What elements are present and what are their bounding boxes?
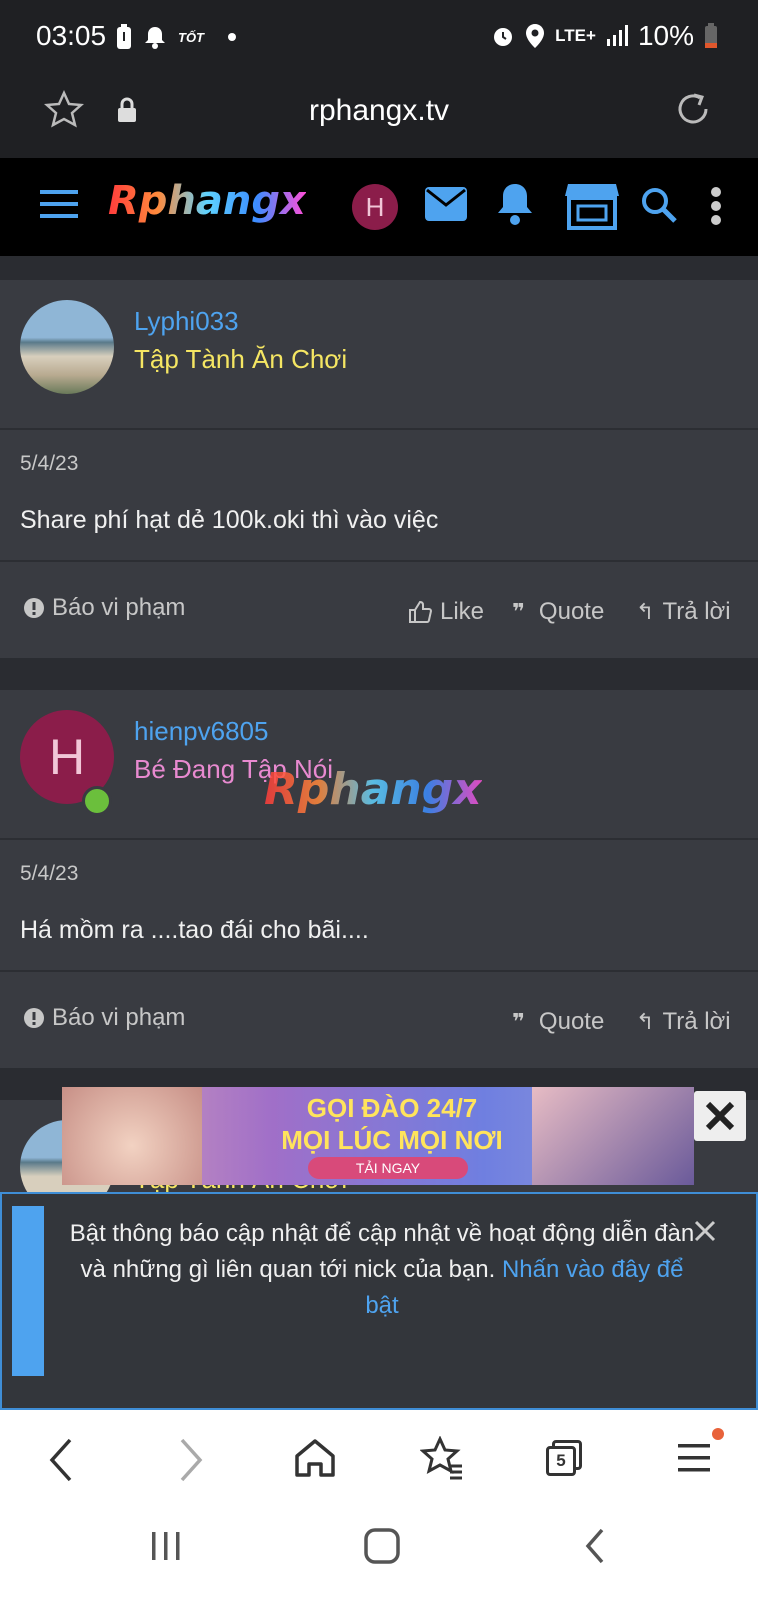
battery-percent: 10%: [637, 20, 694, 51]
quote-icon: ❞: [512, 599, 525, 624]
divider: [0, 838, 758, 840]
post-message: Há mồm ra ....tao đái cho bãi....: [20, 916, 369, 944]
reply-label: Trả lời: [662, 598, 731, 625]
reply-label: Trả lời: [662, 1008, 731, 1035]
ad-image-left: [62, 1087, 202, 1185]
hamburger-menu-icon: [678, 1444, 710, 1472]
bell-icon: [145, 27, 165, 49]
quote-button[interactable]: ❞ Quote: [512, 1008, 604, 1036]
watermark-logo: Rphangx: [264, 764, 482, 815]
browser-toolbar: 5: [0, 1410, 758, 1510]
push-notice: Bật thông báo cập nhật để cập nhật về ho…: [0, 1192, 758, 1410]
browser-url-bar: rphangx.tv: [0, 76, 758, 158]
warning-icon: [24, 1008, 44, 1028]
notice-close-icon[interactable]: [694, 1220, 716, 1242]
user-avatar[interactable]: H: [352, 184, 398, 230]
quote-button[interactable]: ❞ Quote: [512, 598, 604, 626]
online-status-icon: [82, 786, 112, 816]
url-text[interactable]: rphangx.tv: [0, 94, 758, 128]
more-options-icon[interactable]: [710, 186, 722, 226]
report-button[interactable]: Báo vi phạm: [24, 1004, 185, 1032]
quote-label: Quote: [538, 598, 605, 625]
reload-icon[interactable]: [672, 88, 714, 130]
mail-icon[interactable]: [424, 186, 468, 222]
notice-body: Bật thông báo cập nhật để cập nhật về ho…: [62, 1216, 702, 1324]
signal-icon: [606, 25, 628, 46]
post-username[interactable]: hienpv6805: [134, 716, 268, 747]
like-button[interactable]: Like: [408, 598, 484, 626]
dot-icon: [228, 33, 236, 41]
home-icon[interactable]: [294, 1438, 336, 1478]
ad-banner[interactable]: GỌI ĐÀO 24/7 MỌI LÚC MỌI NƠI TẢI NGAY: [62, 1087, 694, 1185]
post-date[interactable]: 5/4/23: [20, 452, 78, 476]
browser-menu-button[interactable]: [678, 1428, 724, 1479]
home-nav-icon[interactable]: [364, 1528, 400, 1564]
ad-line2: MỌI LÚC MỌI NƠI: [281, 1125, 503, 1155]
user-title: Tập Tành Ăn Chơi: [134, 344, 348, 374]
warning-icon: [24, 598, 44, 618]
site-logo[interactable]: Rphangx: [108, 178, 306, 224]
status-bar: 03:05 TỐT LTE+ 10%: [0, 0, 758, 76]
ad-cta-button[interactable]: TẢI NGAY: [308, 1157, 468, 1179]
search-icon[interactable]: [640, 186, 678, 224]
user-avatar-photo[interactable]: [20, 300, 114, 394]
tot-label: TỐT: [178, 29, 204, 45]
menu-icon[interactable]: [40, 188, 78, 220]
reply-button[interactable]: ↰ Trả lời: [636, 598, 731, 626]
post-card: Lyphi033 Tập Tành Ăn Chơi 5/4/23 Share p…: [0, 280, 758, 658]
like-label: Like: [440, 598, 485, 625]
post-card: H hienpv6805 Bé Đang Tập Nói Rphangx 5/4…: [0, 690, 758, 1068]
divider: [0, 560, 758, 562]
post-date[interactable]: 5/4/23: [20, 862, 78, 886]
back-icon[interactable]: [48, 1438, 74, 1482]
forward-icon[interactable]: [178, 1438, 204, 1482]
close-icon: [705, 1101, 735, 1131]
thumbs-up-icon: [409, 600, 432, 623]
site-header: Rphangx H: [0, 158, 758, 256]
divider: [0, 428, 758, 430]
back-nav-icon[interactable]: [584, 1528, 606, 1564]
post-message: Share phí hạt dẻ 100k.oki thì vào việc: [20, 506, 439, 534]
system-nav-bar: [0, 1510, 758, 1600]
location-icon: [526, 24, 545, 48]
tabs-button[interactable]: 5: [546, 1440, 582, 1476]
reply-icon: ↰: [636, 599, 655, 624]
status-time: 03:05: [36, 20, 107, 51]
quote-icon: ❞: [512, 1009, 525, 1034]
notice-accent-bar: [12, 1206, 44, 1376]
notification-bell-icon[interactable]: [496, 182, 534, 226]
ad-line1: GỌI ĐÀO 24/7: [306, 1093, 478, 1123]
report-label: Báo vi phạm: [52, 594, 186, 621]
report-button[interactable]: Báo vi phạm: [24, 594, 185, 622]
battery-saver-icon: [117, 24, 131, 49]
recent-apps-icon[interactable]: [150, 1530, 182, 1562]
report-label: Báo vi phạm: [52, 1004, 186, 1031]
network-label: LTE+: [555, 26, 596, 45]
update-badge-icon: [712, 1428, 724, 1440]
store-icon[interactable]: [564, 180, 620, 230]
quote-label: Quote: [538, 1008, 605, 1035]
alarm-icon: [494, 28, 513, 46]
ad-close-button[interactable]: [694, 1091, 746, 1141]
reply-icon: ↰: [636, 1009, 655, 1034]
bookmarks-icon[interactable]: [420, 1436, 464, 1480]
battery-icon: [705, 23, 717, 48]
tab-count: 5: [546, 1446, 576, 1476]
reply-button[interactable]: ↰ Trả lời: [636, 1008, 731, 1036]
divider: [0, 970, 758, 972]
post-username[interactable]: Lyphi033: [134, 306, 239, 337]
